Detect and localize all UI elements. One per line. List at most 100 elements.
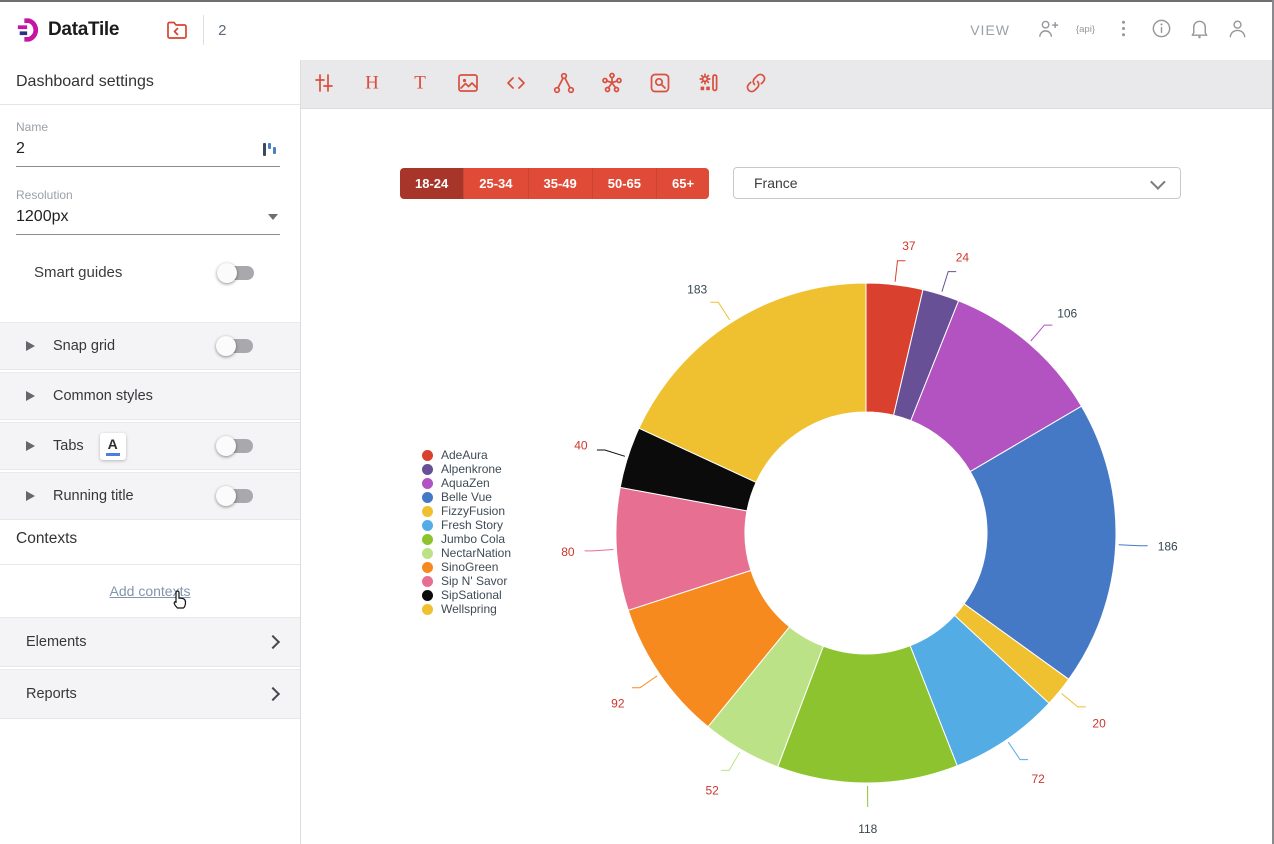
window-edge-top [0,0,1274,2]
slice-value-label: 183 [687,283,707,297]
header-info-button[interactable] [1148,17,1174,43]
resolution-field-value[interactable]: 1200px [16,202,280,235]
sidebar-title: Dashboard settings [0,60,300,105]
link-icon [744,71,768,98]
header-user-add-button[interactable] [1034,17,1060,43]
legend-item-sip-n-savor[interactable]: Sip N' Savor [422,574,511,588]
image-icon [456,71,480,98]
tool-code-icon[interactable] [502,70,530,98]
triangle-expand-icon [26,491,35,501]
section-label: Running title [53,488,134,504]
settings-sidebar: Dashboard settings Name 2 Resolution 120… [0,60,301,844]
legend-dot [422,562,433,573]
brand-logo: DataTile [16,17,119,43]
name-field-value[interactable]: 2 [16,134,280,167]
name-field-text: 2 [16,140,25,157]
svg-text:{api}: {api} [1075,24,1095,35]
smart-guides-row: Smart guides [34,264,254,281]
legend-dot [422,576,433,587]
slice-value-label: 20 [1092,716,1106,730]
legend-label: Jumbo Cola [441,532,505,546]
legend-item-fizzyfusion[interactable]: FizzyFusion [422,504,511,518]
header-user-button[interactable] [1224,17,1250,43]
chart-legend: AdeAuraAlpenkroneAquaZenBelle VueFizzyFu… [422,448,511,616]
snap-grid-toggle[interactable] [219,339,253,353]
legend-dot [422,478,433,489]
section-label: Common styles [53,388,153,404]
header-bell-button[interactable] [1186,17,1212,43]
smart-guides-label: Smart guides [34,264,122,281]
slice-value-label: 72 [1032,772,1046,786]
tool-hub-icon[interactable] [598,70,626,98]
triangle-expand-icon [26,391,35,401]
legend-dot [422,492,433,503]
legend-dot [422,464,433,475]
tool-widgets-icon[interactable] [694,70,722,98]
running-title-toggle[interactable] [219,489,253,503]
legend-item-jumbo-cola[interactable]: Jumbo Cola [422,532,511,546]
header-api-button[interactable]: {api} [1072,17,1098,43]
name-field[interactable]: Name 2 [16,120,280,167]
chevron-right-icon [266,687,280,701]
legend-item-alpenkrone[interactable]: Alpenkrone [422,462,511,476]
sidebar-section-snap-grid[interactable]: Snap grid [0,322,300,370]
leader-line [721,752,740,770]
legend-item-belle-vue[interactable]: Belle Vue [422,490,511,504]
legend-item-sipsational[interactable]: SipSational [422,588,511,602]
info-icon [1150,17,1173,43]
legend-item-aquazen[interactable]: AquaZen [422,476,511,490]
tool-share-nodes-icon[interactable] [550,70,578,98]
leader-line [1008,742,1028,759]
bars-icon[interactable] [262,142,278,158]
legend-item-sinogreen[interactable]: SinoGreen [422,560,511,574]
slice-value-label: 52 [705,783,719,797]
chevron-down-icon[interactable] [268,214,278,220]
legend-label: Sip N' Savor [441,574,507,588]
tabs-toggle[interactable] [219,439,253,453]
legend-label: Belle Vue [441,490,492,504]
tune-icon [312,71,336,98]
resolution-field-label: Resolution [16,188,280,202]
add-contexts-link[interactable]: Add contexts [110,583,191,599]
resolution-field[interactable]: Resolution 1200px [16,188,280,235]
api-icon: {api} [1074,17,1097,43]
sidebar-section-running-title[interactable]: Running title [0,472,300,520]
legend-item-nectarnation[interactable]: NectarNation [422,546,511,560]
tool-image-icon[interactable] [454,70,482,98]
legend-item-wellspring[interactable]: Wellspring [422,602,511,616]
legend-label: Wellspring [441,602,497,616]
code-icon [504,71,528,98]
slice-value-label: 92 [611,696,625,710]
slice-value-label: 186 [1158,540,1178,554]
legend-dot [422,534,433,545]
dashboard-canvas: 18-2425-3435-4950-6565+ France 372410618… [300,108,1274,844]
sidebar-section-common-styles[interactable]: Common styles [0,372,300,420]
app-header: DataTile 2 VIEW {api} [0,0,1274,60]
sidebar-item-reports[interactable]: Reports [0,669,300,719]
tool-text-icon[interactable]: T [406,70,434,98]
view-mode-label[interactable]: VIEW [970,22,1010,38]
user-icon [1226,17,1249,43]
tool-link-icon[interactable] [742,70,770,98]
legend-dot [422,604,433,615]
smart-guides-toggle[interactable] [220,266,254,280]
sidebar-item-elements[interactable]: Elements [0,617,300,667]
legend-dot [422,506,433,517]
contexts-title: Contexts [16,530,77,548]
canvas-toolbar: HT [300,60,1274,109]
add-contexts-row: Add contexts [0,564,300,618]
heading-icon: H [360,71,384,98]
folder-back-button[interactable] [163,16,191,44]
tool-heading-icon[interactable]: H [358,70,386,98]
legend-item-adeaura[interactable]: AdeAura [422,448,511,462]
tool-search-box-icon[interactable] [646,70,674,98]
legend-item-fresh-story[interactable]: Fresh Story [422,518,511,532]
header-kebab-button[interactable] [1110,17,1136,43]
legend-label: FizzyFusion [441,504,505,518]
slice-value-label: 118 [858,822,877,836]
tool-tune-icon[interactable] [310,70,338,98]
kebab-icon [1112,17,1135,43]
brand-name: DataTile [48,19,119,41]
sidebar-section-tabs[interactable]: TabsA [0,422,300,470]
nav-label: Reports [26,686,77,702]
